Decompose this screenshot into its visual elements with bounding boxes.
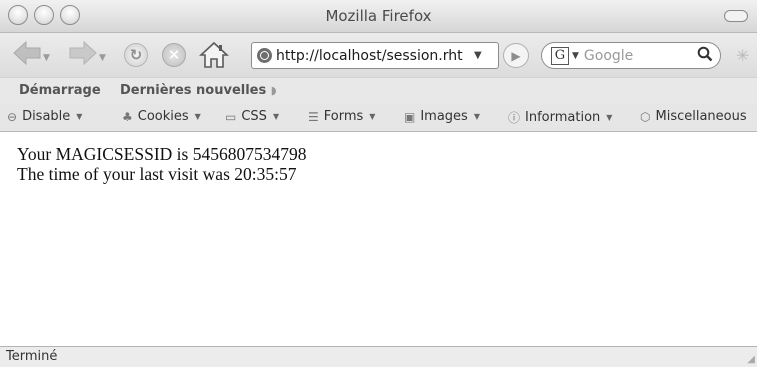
disable-icon: ⊖: [7, 109, 18, 124]
search-box[interactable]: G ▼ Google: [541, 42, 721, 69]
site-globe-icon: [257, 48, 272, 63]
home-icon: [198, 41, 230, 68]
last-visit-text: The time of your last visit was 20:35:57: [17, 164, 297, 184]
forward-button[interactable]: ▼: [68, 40, 106, 72]
go-arrow-icon: ▶: [511, 48, 521, 63]
dev-menu-label: Disable: [22, 109, 71, 124]
go-button[interactable]: ▶: [503, 43, 529, 68]
dev-menu-cookies[interactable]: ♣ Cookies ▼: [122, 109, 201, 124]
session-id-text: Your MAGICSESSID is 5456807534798: [17, 144, 307, 164]
search-magnifier-icon[interactable]: [697, 46, 713, 66]
images-icon: ▣: [404, 109, 416, 124]
page-content: Your MAGICSESSID is 5456807534798 The ti…: [0, 132, 757, 346]
dev-menu-label: Cookies: [137, 109, 189, 124]
bookmark-dernieres-nouvelles[interactable]: Dernières nouvelles ◗: [120, 83, 277, 98]
forms-icon: ☰: [308, 109, 319, 124]
dev-menu-disable[interactable]: ⊖ Disable ▼: [7, 109, 82, 124]
forward-history-dropdown-icon[interactable]: ▼: [99, 53, 106, 63]
bookmark-demarrage[interactable]: Démarrage: [19, 83, 101, 98]
navigation-toolbar: ▼ ▼ ↻ ✕ http://localhost/session.rht ▼ ▶…: [0, 33, 757, 77]
window-title: Mozilla Firefox: [325, 7, 432, 25]
web-developer-toolbar: ⊖ Disable ▼ ♣ Cookies ▼ ▭ CSS ▼ ☰ Forms …: [0, 104, 757, 132]
rss-feed-icon: ◗: [270, 84, 277, 97]
miscellaneous-icon: ⬡: [640, 109, 651, 124]
dev-menu-label: Information: [525, 110, 601, 125]
dev-menu-label: Miscellaneous: [655, 109, 747, 124]
throbber-icon: ✳: [736, 46, 750, 65]
dev-menu-label: Images: [420, 109, 468, 124]
toolbar-toggle-button[interactable]: [724, 10, 748, 22]
search-input[interactable]: Google: [584, 48, 697, 64]
bookmark-label: Dernières nouvelles: [120, 83, 267, 98]
cookies-icon: ♣: [122, 109, 133, 124]
dropdown-arrow-icon: ▼: [194, 112, 201, 121]
dropdown-arrow-icon: ▼: [272, 112, 280, 121]
forward-arrow-icon: [68, 40, 98, 72]
css-icon: ▭: [225, 109, 237, 124]
dev-menu-information[interactable]: ⓘ Information ▼: [508, 109, 612, 126]
stop-icon: ✕: [167, 46, 181, 64]
dev-menu-forms[interactable]: ☰ Forms ▼: [308, 109, 375, 124]
bookmarks-toolbar: Démarrage Dernières nouvelles ◗: [0, 77, 757, 105]
dev-menu-miscellaneous[interactable]: ⬡ Miscellaneous: [640, 109, 747, 124]
stop-button[interactable]: ✕: [162, 43, 186, 67]
dev-menu-label: Forms: [323, 109, 364, 124]
reload-button[interactable]: ↻: [124, 43, 148, 67]
status-text: Terminé: [6, 349, 58, 364]
dropdown-arrow-icon: ▼: [606, 113, 613, 122]
resize-grip-icon[interactable]: ◢: [747, 354, 755, 365]
url-text[interactable]: http://localhost/session.rht: [276, 48, 472, 64]
reload-icon: ↻: [129, 46, 143, 64]
google-engine-icon[interactable]: G: [551, 46, 569, 65]
dev-menu-css[interactable]: ▭ CSS ▼: [225, 109, 279, 124]
url-history-dropdown-icon[interactable]: ▼: [474, 50, 482, 61]
dropdown-arrow-icon: ▼: [473, 112, 480, 121]
dev-menu-images[interactable]: ▣ Images ▼: [404, 109, 480, 124]
home-button[interactable]: [198, 41, 230, 69]
back-arrow-icon: [12, 40, 42, 72]
search-engine-dropdown-icon[interactable]: ▼: [572, 51, 579, 61]
information-icon: ⓘ: [508, 111, 521, 125]
back-button[interactable]: ▼: [12, 40, 50, 72]
dev-menu-label: CSS: [241, 109, 267, 124]
dropdown-arrow-icon: ▼: [369, 112, 376, 121]
back-history-dropdown-icon[interactable]: ▼: [43, 53, 50, 63]
status-bar: Terminé ◢: [0, 346, 757, 367]
window-title-bar: Mozilla Firefox: [0, 0, 757, 33]
url-bar[interactable]: http://localhost/session.rht ▼: [251, 42, 499, 69]
dropdown-arrow-icon: ▼: [76, 112, 83, 121]
